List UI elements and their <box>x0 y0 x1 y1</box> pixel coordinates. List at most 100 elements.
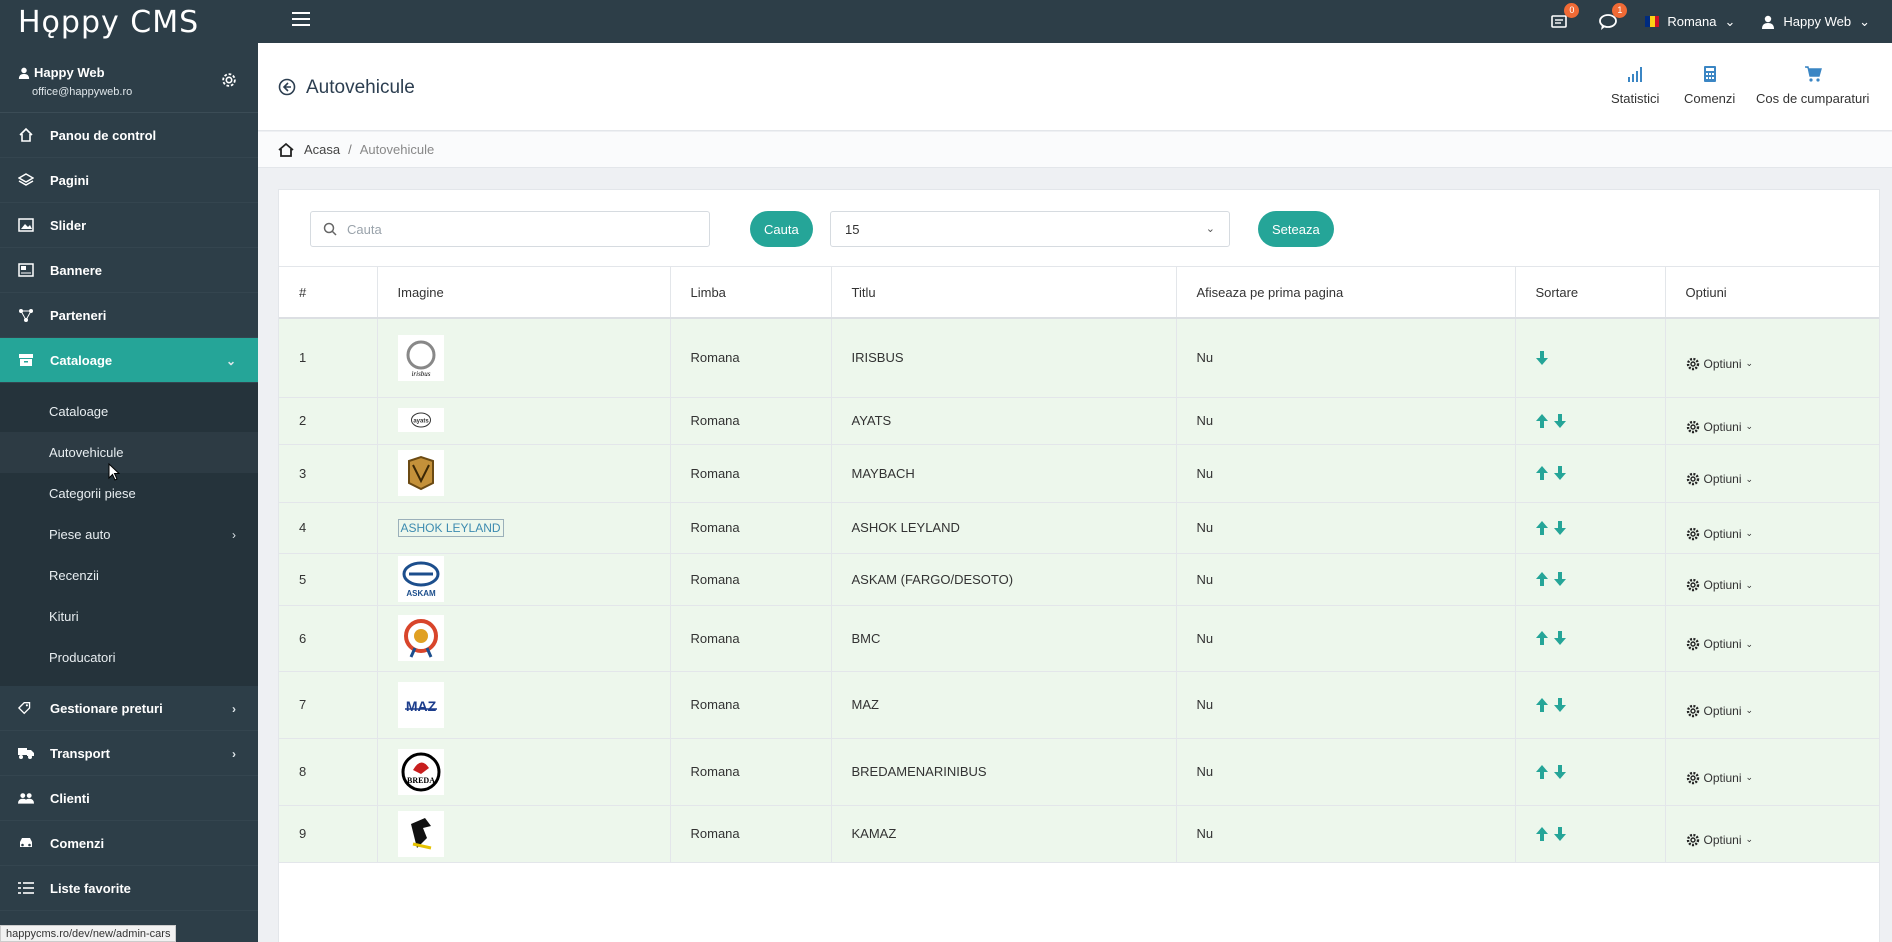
sidebar-subitem-piese-auto[interactable]: Piese auto › <box>0 514 258 555</box>
brand-logo-image <box>397 810 444 857</box>
search-button[interactable]: Cauta <box>750 211 813 247</box>
language-selector[interactable]: Romana ⌄ <box>1645 14 1735 30</box>
breadcrumb-home[interactable]: Acasa <box>304 142 340 157</box>
sidebar-item-liste-favorite[interactable]: Liste favorite <box>0 866 258 911</box>
settings-gear-icon[interactable] <box>220 71 238 89</box>
network-icon <box>18 307 34 323</box>
home-icon[interactable] <box>278 142 294 158</box>
breadcrumb: Acasa / Autovehicule <box>258 132 1892 168</box>
arrow-down-icon[interactable] <box>1553 697 1566 712</box>
gear-icon <box>1686 357 1699 370</box>
options-dropdown[interactable]: Optiuni ⌄ <box>1686 357 1880 371</box>
search-icon <box>323 222 337 236</box>
sidebar-item-cataloage[interactable]: Cataloage ⌄ <box>0 338 258 383</box>
arrow-down-icon[interactable] <box>1553 413 1566 428</box>
arrow-down-icon[interactable] <box>1535 350 1548 365</box>
col-number[interactable]: # <box>279 267 378 319</box>
arrow-down-icon[interactable] <box>1553 631 1566 645</box>
sidebar-item-clienti[interactable]: Clienti <box>0 776 258 821</box>
row-number: 2 <box>279 397 378 445</box>
options-dropdown[interactable]: Optiuni ⌄ <box>1686 704 1880 718</box>
options-dropdown[interactable]: Optiuni ⌄ <box>1686 420 1880 434</box>
col-image: Imagine <box>377 267 671 319</box>
sidebar-subitem-categorii-piese[interactable]: Categorii piese <box>0 473 258 514</box>
arrow-up-icon[interactable] <box>1535 631 1548 645</box>
messages-icon[interactable]: 1 <box>1597 2 1628 33</box>
sidebar-item-gestionare-preturi[interactable]: Gestionare preturi › <box>0 686 258 731</box>
chevron-down-icon: ⌄ <box>1745 834 1754 844</box>
options-dropdown[interactable]: Optiuni ⌄ <box>1686 833 1880 847</box>
options-dropdown[interactable]: Optiuni ⌄ <box>1686 527 1880 541</box>
row-sort <box>1515 671 1666 739</box>
col-homepage[interactable]: Afiseaza pe prima pagina <box>1176 267 1516 319</box>
table-row[interactable]: 7 MAZ Romana MAZ Nu Optiuni ⌄ <box>279 671 1880 739</box>
sidebar-subitem-producatori[interactable]: Producatori <box>0 637 258 678</box>
options-label: Optiuni <box>1703 832 1742 847</box>
row-title: MAZ <box>831 671 1177 739</box>
archive-icon <box>18 352 34 368</box>
user-name: Happy Web <box>1783 14 1852 29</box>
table-row[interactable]: 8 BREDA Romana BREDAMENARINIBUS Nu Optiuni ⌄ <box>279 738 1880 806</box>
arrow-down-icon[interactable] <box>1553 520 1566 535</box>
table-row[interactable]: 3 Romana MAYBACH Nu Optiuni ⌄ <box>279 444 1880 503</box>
tags-icon <box>18 700 34 716</box>
sidebar-subitem-cataloage[interactable]: Cataloage <box>0 391 258 432</box>
options-dropdown[interactable]: Optiuni ⌄ <box>1686 472 1880 486</box>
row-homepage: Nu <box>1176 605 1516 672</box>
sidebar-item-parteneri[interactable]: Parteneri <box>0 293 258 338</box>
sidebar-item-slider[interactable]: Slider <box>0 203 258 248</box>
page-title: Autovehicule <box>306 77 415 98</box>
col-title[interactable]: Titlu <box>831 267 1177 319</box>
quick-link-statistici[interactable]: Statistici <box>1611 65 1659 106</box>
arrow-up-icon[interactable] <box>1535 413 1548 428</box>
sidebar-item-panou[interactable]: Panou de control <box>0 113 258 158</box>
sidebar-item-transport[interactable]: Transport › <box>0 731 258 776</box>
row-image <box>377 605 671 672</box>
sidebar-subitem-kituri[interactable]: Kituri <box>0 596 258 637</box>
per-page-select[interactable]: 15 ⌄ <box>830 211 1230 247</box>
table-row[interactable]: 4 ASHOK LEYLAND Romana ASHOK LEYLAND Nu Optiu… <box>279 502 1880 554</box>
row-sort <box>1515 738 1666 806</box>
sidebar-item-bannere[interactable]: Bannere <box>0 248 258 293</box>
col-language[interactable]: Limba <box>670 267 832 319</box>
sidebar-subitem-recenzii[interactable]: Recenzii <box>0 555 258 596</box>
row-language: Romana <box>670 318 832 398</box>
options-dropdown[interactable]: Optiuni ⌄ <box>1686 578 1880 592</box>
arrow-up-icon[interactable] <box>1535 764 1548 779</box>
sidebar-item-comenzi[interactable]: Comenzi <box>0 821 258 866</box>
arrow-down-icon[interactable] <box>1553 572 1566 586</box>
arrow-up-icon[interactable] <box>1535 826 1548 841</box>
quick-link-comenzi[interactable]: Comenzi <box>1684 65 1735 106</box>
options-dropdown[interactable]: Optiuni ⌄ <box>1686 637 1880 651</box>
search-field[interactable] <box>310 211 710 247</box>
menu-toggle-icon[interactable] <box>292 12 310 28</box>
table-row[interactable]: 6 Romana BMC Nu Optiuni ⌄ <box>279 605 1880 672</box>
user-menu[interactable]: Happy Web ⌄ <box>1761 14 1870 30</box>
options-dropdown[interactable]: Optiuni ⌄ <box>1686 771 1880 785</box>
row-options: Optiuni ⌄ <box>1665 318 1880 398</box>
row-language: Romana <box>670 502 832 554</box>
language-label: Romana <box>1667 14 1717 29</box>
arrow-down-icon[interactable] <box>1553 826 1566 841</box>
sidebar-subitem-autovehicule[interactable]: Autovehicule <box>0 432 258 473</box>
row-number: 7 <box>279 671 378 739</box>
back-arrow-icon[interactable] <box>278 78 296 96</box>
arrow-up-icon[interactable] <box>1535 466 1548 480</box>
table-row[interactable]: 5 ASKAM Romana ASKAM (FARGO/DESOTO) Nu Optiun… <box>279 553 1880 606</box>
arrow-up-icon[interactable] <box>1535 572 1548 586</box>
arrow-up-icon[interactable] <box>1535 697 1548 712</box>
table-row[interactable]: 1 irisbus Romana IRISBUS Nu Optiuni ⌄ <box>279 318 1880 398</box>
app-logo[interactable]: Hǫppy CMS <box>18 5 199 40</box>
search-input[interactable] <box>347 221 687 237</box>
sidebar-item-pagini[interactable]: Pagini <box>0 158 258 203</box>
notifications-icon[interactable]: 0 <box>1549 2 1580 33</box>
quick-link-cos[interactable]: Cos de cumparaturi <box>1756 65 1869 106</box>
set-per-page-button[interactable]: Seteaza <box>1258 211 1334 247</box>
arrow-down-icon[interactable] <box>1553 764 1566 779</box>
arrow-up-icon[interactable] <box>1535 520 1548 535</box>
table-row[interactable]: 9 Romana KAMAZ Nu Optiuni ⌄ <box>279 805 1880 863</box>
table-row[interactable]: 2 ayats Romana AYATS Nu Optiuni ⌄ <box>279 397 1880 445</box>
arrow-down-icon[interactable] <box>1553 466 1566 480</box>
row-number: 1 <box>279 318 378 398</box>
row-number: 4 <box>279 502 378 554</box>
